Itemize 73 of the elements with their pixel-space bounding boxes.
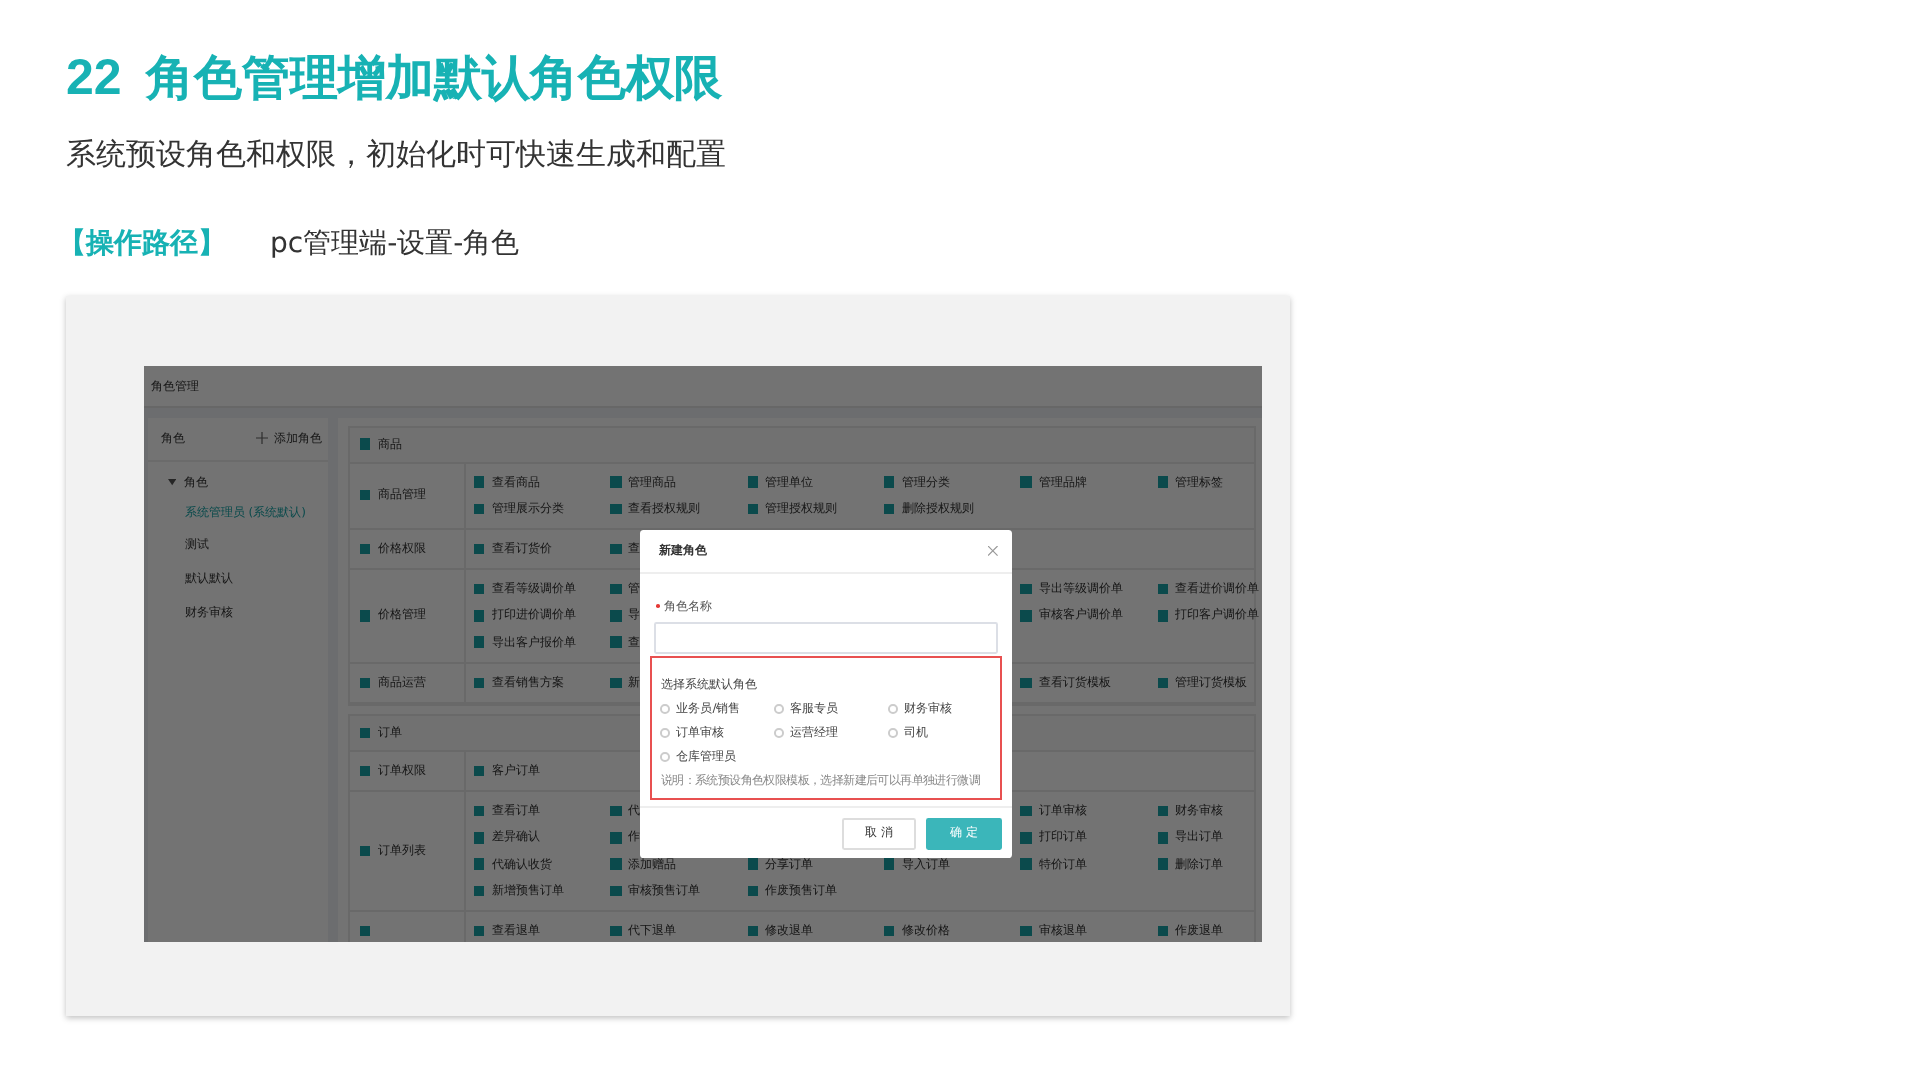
checkbox[interactable] (883, 503, 895, 515)
checkbox[interactable] (1157, 805, 1169, 817)
radio-button[interactable] (774, 703, 785, 714)
checkbox[interactable] (359, 765, 371, 777)
checkbox[interactable] (359, 610, 371, 622)
checkbox[interactable] (610, 885, 622, 896)
checkbox[interactable] (1157, 858, 1169, 870)
checkbox[interactable] (1157, 677, 1169, 688)
checkbox[interactable] (1020, 832, 1032, 844)
checkbox[interactable] (1157, 584, 1169, 595)
checkbox[interactable] (1157, 925, 1169, 937)
checkbox[interactable] (473, 925, 485, 937)
radio-button[interactable] (888, 727, 899, 738)
checkbox[interactable] (359, 925, 371, 937)
checkbox[interactable] (473, 503, 485, 515)
checkbox[interactable] (747, 476, 758, 488)
checkbox[interactable] (1020, 677, 1032, 688)
checkbox[interactable] (610, 925, 622, 937)
checkbox[interactable] (610, 503, 622, 515)
radio-button[interactable] (774, 727, 785, 738)
checkbox[interactable] (473, 584, 485, 595)
checkbox[interactable] (359, 727, 371, 739)
checkbox[interactable] (1157, 610, 1169, 622)
checkbox[interactable] (610, 636, 622, 648)
checkbox[interactable] (610, 832, 622, 844)
checkbox[interactable] (747, 858, 758, 870)
checkbox[interactable] (883, 858, 895, 870)
section-number: 22 (66, 50, 122, 108)
checkbox[interactable] (883, 925, 895, 937)
radio-button[interactable] (888, 703, 899, 714)
checkbox[interactable] (1157, 476, 1169, 488)
checkbox[interactable] (359, 543, 371, 555)
input-field[interactable] (653, 622, 998, 654)
checkbox[interactable] (473, 610, 485, 622)
checkbox[interactable] (1157, 832, 1169, 844)
caret-icon (167, 477, 177, 487)
path-label: 【操作路径】 (58, 226, 226, 262)
checkbox[interactable] (747, 885, 758, 896)
path-value: pc管理端-设置-角色 (270, 226, 520, 262)
checkbox[interactable] (747, 925, 758, 937)
checkbox[interactable] (610, 584, 622, 595)
checkbox[interactable] (1020, 610, 1032, 622)
checkbox[interactable] (610, 610, 622, 622)
checkbox[interactable] (359, 845, 371, 857)
checkbox[interactable] (359, 677, 371, 688)
checkbox[interactable] (610, 858, 622, 870)
checkbox[interactable] (473, 636, 485, 648)
checkbox[interactable] (610, 677, 622, 688)
checkbox[interactable] (473, 543, 485, 555)
checkbox[interactable] (1020, 476, 1032, 488)
checkbox[interactable] (610, 476, 622, 488)
checkbox[interactable] (883, 476, 895, 488)
radio-button[interactable] (660, 751, 671, 762)
checkbox[interactable] (1020, 925, 1032, 937)
checkbox[interactable] (359, 490, 371, 501)
radio-button[interactable] (660, 703, 671, 714)
checkbox[interactable] (473, 858, 485, 870)
checkbox[interactable] (473, 805, 485, 817)
radio-button[interactable] (660, 727, 671, 738)
checkbox[interactable] (747, 503, 758, 515)
checkbox[interactable] (473, 765, 485, 777)
checkbox[interactable] (473, 476, 485, 488)
page-title: 角色管理增加默认角色权限 (145, 48, 722, 110)
checkbox[interactable] (1020, 584, 1032, 595)
checkbox[interactable] (1020, 805, 1032, 817)
checkbox[interactable] (610, 543, 622, 555)
checkbox[interactable] (473, 832, 485, 844)
checkbox[interactable] (1020, 858, 1032, 870)
checkbox[interactable] (610, 805, 622, 817)
checkbox[interactable] (359, 438, 371, 450)
checkbox[interactable] (473, 677, 485, 688)
checkbox[interactable] (473, 885, 485, 896)
subtitle: 系统预设角色和权限，初始化时可快速生成和配置 (66, 136, 728, 174)
